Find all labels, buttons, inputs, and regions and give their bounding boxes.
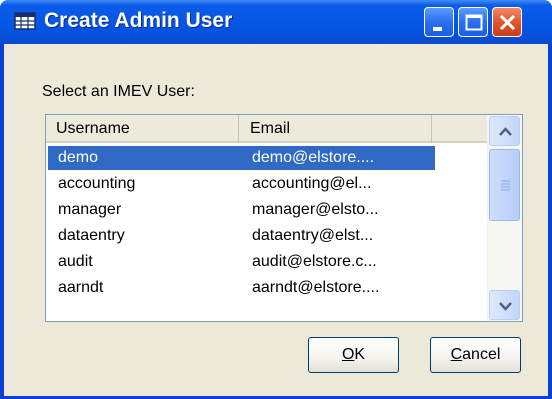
email-cell: audit@elstore.c... — [252, 253, 377, 270]
username-cell: dataentry — [58, 227, 125, 244]
dialog-body: Select an IMEV User: Username Email demo… — [4, 44, 548, 396]
username-cell: demo — [58, 149, 99, 166]
window-title: Create Admin User — [44, 9, 233, 32]
list-item[interactable]: accounting accounting@el... — [46, 171, 487, 197]
minimize-icon — [433, 27, 442, 31]
column-header-filler — [433, 115, 487, 143]
email-cell: aarndt@elstore.... — [252, 279, 380, 296]
username-cell: audit — [58, 253, 93, 270]
username-cell: aarndt — [58, 279, 104, 296]
column-header-email[interactable]: Email — [240, 115, 432, 143]
minimize-button[interactable] — [424, 7, 454, 37]
chevron-down-icon — [499, 302, 512, 311]
list-item[interactable]: aarndt aarndt@elstore.... — [46, 275, 487, 301]
cancel-label: ancel — [462, 346, 501, 363]
maximize-button[interactable] — [458, 7, 488, 37]
ok-mnemonic: O — [341, 346, 355, 363]
list-item[interactable]: audit audit@elstore.c... — [46, 249, 487, 275]
list-item[interactable]: demo demo@elstore.... — [46, 145, 487, 171]
user-list[interactable]: Username Email demo demo@elstore.... acc… — [45, 114, 523, 322]
vertical-scrollbar[interactable] — [487, 115, 522, 321]
list-item[interactable]: dataentry dataentry@elst... — [46, 223, 487, 249]
cancel-button[interactable]: Cancel — [430, 337, 521, 373]
username-cell: accounting — [58, 175, 136, 192]
ok-button[interactable]: OK — [308, 337, 399, 373]
email-cell: demo@elstore.... — [252, 149, 375, 166]
dialog-window: Create Admin User Select an IMEV User: U… — [0, 0, 552, 399]
email-cell: dataentry@elst... — [252, 227, 374, 244]
select-user-label: Select an IMEV User: — [42, 83, 195, 100]
scroll-down-button[interactable] — [489, 290, 520, 320]
list-header: Username Email — [46, 115, 487, 143]
scroll-thumb[interactable] — [489, 149, 520, 221]
scroll-up-button[interactable] — [489, 116, 520, 146]
table-icon — [14, 12, 36, 30]
username-cell: manager — [58, 201, 122, 218]
column-header-username[interactable]: Username — [46, 115, 239, 143]
cancel-mnemonic: C — [450, 346, 463, 363]
chevron-up-icon — [499, 127, 512, 136]
email-cell: manager@elsto... — [252, 201, 379, 218]
maximize-icon — [465, 14, 483, 31]
email-cell: accounting@el... — [252, 175, 372, 192]
close-button[interactable] — [492, 7, 522, 37]
ok-label: K — [354, 346, 366, 363]
list-item[interactable]: manager manager@elsto... — [46, 197, 487, 223]
list-rows: demo demo@elstore.... accounting account… — [46, 145, 487, 301]
close-icon — [499, 14, 516, 31]
title-bar[interactable]: Create Admin User — [0, 0, 552, 44]
grip-icon — [501, 180, 510, 191]
